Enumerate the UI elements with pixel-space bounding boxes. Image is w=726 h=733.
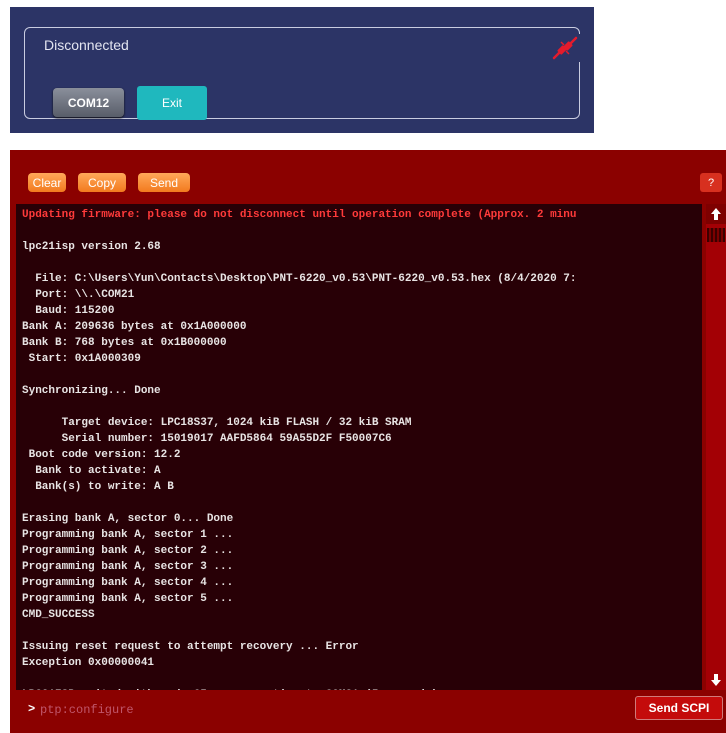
console-toolbar: Clear Copy Send ? (10, 170, 726, 194)
log-line: CMD_SUCCESS (22, 609, 95, 621)
log-line: Synchronizing... Done (22, 385, 161, 397)
send-scpi-button[interactable]: Send SCPI (635, 696, 723, 720)
help-button[interactable]: ? (700, 173, 722, 192)
log-line: Bank A: 209636 bytes at 0x1A000000 (22, 321, 247, 333)
connection-group: Disconnected COM12 Exit (24, 27, 580, 120)
disconnected-plug-icon (550, 34, 580, 62)
log-line: Bank(s) to write: A B (35, 481, 174, 493)
log-line: Programming bank A, sector 1 ... (22, 529, 234, 541)
log-line: Programming bank A, sector 5 ... (22, 593, 234, 605)
log-line: Erasing bank A, sector 0... Done (22, 513, 234, 525)
log-line: Issuing reset request to attempt recover… (22, 641, 359, 653)
log-line: Boot code version: 12.2 (28, 449, 181, 461)
log-line: File: C:\Users\Yun\Contacts\Desktop\PNT-… (35, 273, 577, 285)
command-prompt: > (28, 702, 36, 716)
console-output: Updating firmware: please do not disconn… (16, 204, 702, 690)
exit-button[interactable]: Exit (137, 86, 207, 120)
log-line: Programming bank A, sector 3 ... (22, 561, 234, 573)
log-line: Baud: 115200 (35, 305, 115, 317)
log-text: Updating firmware: please do not disconn… (16, 204, 702, 690)
scrollbar-thumb[interactable] (707, 228, 725, 242)
log-line: Updating firmware: please do not disconn… (22, 209, 577, 221)
connection-panel: Disconnected COM12 Exit (10, 7, 594, 133)
log-line: LPC21ISP exited with code 65, reconnecti… (22, 689, 438, 690)
output-scrollbar[interactable] (706, 204, 726, 690)
log-line: Bank to activate: A (35, 465, 161, 477)
scroll-down-arrow-icon[interactable] (706, 670, 726, 690)
log-line: Programming bank A, sector 4 ... (22, 577, 234, 589)
log-line: Bank B: 768 bytes at 0x1B000000 (22, 337, 227, 349)
copy-button[interactable]: Copy (78, 173, 126, 192)
log-line: Target device: LPC18S37, 1024 kiB FLASH … (61, 417, 412, 429)
connection-status-label: Disconnected (39, 37, 134, 53)
scpi-command-input[interactable] (38, 701, 462, 719)
log-line: Start: 0x1A000309 (28, 353, 141, 365)
scroll-up-arrow-icon[interactable] (706, 204, 726, 224)
log-line: Programming bank A, sector 2 ... (22, 545, 234, 557)
console-window: Clear Copy Send ? Updating firmware: ple… (10, 150, 726, 733)
log-line: Port: \\.\COM21 (35, 289, 135, 301)
clear-button[interactable]: Clear (28, 173, 66, 192)
send-button[interactable]: Send (138, 173, 190, 192)
log-line: Exception 0x00000041 (22, 657, 155, 669)
log-line: Serial number: 15019017 AAFD5864 59A55D2… (61, 433, 392, 445)
com-port-button[interactable]: COM12 (53, 88, 124, 117)
command-row: > Send SCPI (10, 695, 726, 733)
log-line: lpc21isp version 2.68 (22, 241, 161, 253)
